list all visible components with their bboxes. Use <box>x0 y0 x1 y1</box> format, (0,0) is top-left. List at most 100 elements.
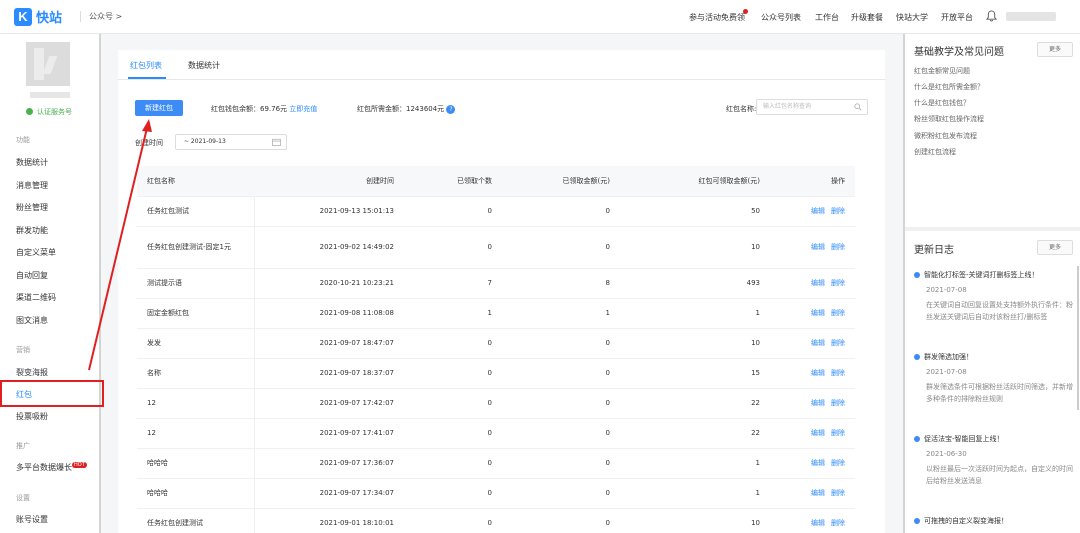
nav-upgrade[interactable]: 升级套餐 <box>851 12 883 23</box>
edit-link[interactable]: 编辑 <box>811 399 825 407</box>
col-received-amount: 已领取金额(元) <box>502 166 620 197</box>
sidebar-item-poster[interactable]: 裂变海报 <box>16 367 48 378</box>
top-bar: K 快站 公众号 > 参与活动免费领 公众号列表 工作台 升级套餐 快站大学 开… <box>0 0 1080 34</box>
edit-link[interactable]: 编辑 <box>811 429 825 437</box>
nav-free-activity[interactable]: 参与活动免费领 <box>689 12 745 23</box>
cell-created: 2021-09-02 14:49:02 <box>254 226 404 269</box>
breadcrumb[interactable]: 公众号 > <box>80 11 122 22</box>
sidebar-item-broadcast[interactable]: 群发功能 <box>16 225 48 236</box>
cell-available-amount: 10 <box>620 508 770 533</box>
cell-created: 2021-09-07 17:36:07 <box>254 448 404 479</box>
table-header-row: 红包名称 创建时间 已领取个数 已领取金额(元) 红包可领取金额(元) 操作 <box>137 166 855 197</box>
new-redpacket-button[interactable]: 新建红包 <box>135 100 183 116</box>
nav-university[interactable]: 快站大学 <box>896 12 928 23</box>
date-range-input[interactable]: ~ 2021-09-13 <box>175 134 287 150</box>
search-icon[interactable] <box>854 103 862 111</box>
edit-link[interactable]: 编辑 <box>811 339 825 347</box>
sidebar-item-vote[interactable]: 投票吸粉 <box>16 411 48 422</box>
changelog-item-title[interactable]: 促活法宝-智能回复上线！ <box>914 434 1004 444</box>
edit-link[interactable]: 编辑 <box>811 519 825 527</box>
section-settings: 设置 <box>16 494 30 502</box>
sidebar-item-custom-menu[interactable]: 自定义菜单 <box>16 247 56 258</box>
edit-link[interactable]: 编辑 <box>811 489 825 497</box>
sidebar-item-auto-reply[interactable]: 自动回复 <box>16 270 48 281</box>
table-row: 12 2021-09-07 17:41:07 0 0 22 编辑 删除 <box>137 418 855 449</box>
cell-name: 哈哈哈 <box>137 478 255 509</box>
cell-available-amount: 1 <box>620 448 770 479</box>
faq-link[interactable]: 什么是红包钱包？ <box>914 98 970 108</box>
changelog-item-title[interactable]: 智能化打标签-关键词打删标签上线！ <box>914 270 1039 280</box>
delete-link[interactable]: 删除 <box>831 243 845 251</box>
delete-link[interactable]: 删除 <box>831 309 845 317</box>
tab-stats[interactable]: 数据统计 <box>188 60 220 71</box>
sidebar-item-qrcode[interactable]: 渠道二维码 <box>16 292 56 303</box>
cell-available-amount: 10 <box>620 226 770 269</box>
cell-name: 哈哈哈 <box>137 448 255 479</box>
cell-received-amount: 0 <box>502 388 620 419</box>
edit-link[interactable]: 编辑 <box>811 243 825 251</box>
faq-link[interactable]: 红包金额常见问题 <box>914 66 970 76</box>
section-promotion: 推广 <box>16 442 30 450</box>
changelog-more-button[interactable]: 更多 <box>1037 240 1073 255</box>
cell-available-amount: 22 <box>620 388 770 419</box>
col-actions: 操作 <box>770 166 855 197</box>
cell-received-amount: 8 <box>502 268 620 299</box>
account-name-blurred <box>30 92 70 98</box>
nav-account-list[interactable]: 公众号列表 <box>761 12 801 23</box>
table-row: 12 2021-09-07 17:42:07 0 0 22 编辑 删除 <box>137 388 855 419</box>
help-icon[interactable]: ? <box>446 105 456 114</box>
logo[interactable]: K 快站 <box>14 7 62 26</box>
edit-link[interactable]: 编辑 <box>811 207 825 215</box>
nav-workbench[interactable]: 工作台 <box>815 12 839 23</box>
user-name-blurred[interactable] <box>1006 12 1056 21</box>
nav-open-platform[interactable]: 开放平台 <box>941 12 973 23</box>
cell-received-count: 0 <box>404 448 502 479</box>
cell-name: 12 <box>137 418 255 449</box>
faq-more-button[interactable]: 更多 <box>1037 42 1073 57</box>
delete-link[interactable]: 删除 <box>831 207 845 215</box>
delete-link[interactable]: 删除 <box>831 489 845 497</box>
edit-link[interactable]: 编辑 <box>811 309 825 317</box>
tab-bar: 红包列表 数据统计 <box>118 50 885 80</box>
sidebar-item-multiplatform[interactable]: 多平台数据爆长 HOT <box>16 462 87 473</box>
edit-link[interactable]: 编辑 <box>811 369 825 377</box>
cell-name: 发发 <box>137 328 255 359</box>
search-input[interactable]: 输入红包名称查询 <box>756 99 868 115</box>
bell-icon[interactable] <box>986 10 997 22</box>
cell-actions: 编辑 删除 <box>770 196 855 227</box>
redpacket-table: 红包名称 创建时间 已领取个数 已领取金额(元) 红包可领取金额(元) 操作 任… <box>137 166 855 533</box>
faq-link[interactable]: 创建红包流程 <box>914 147 956 157</box>
delete-link[interactable]: 删除 <box>831 459 845 467</box>
sidebar-item-stats[interactable]: 数据统计 <box>16 157 48 168</box>
sidebar-item-fans[interactable]: 粉丝管理 <box>16 202 48 213</box>
cell-actions: 编辑 删除 <box>770 388 855 419</box>
sidebar-item-articles[interactable]: 图文消息 <box>16 315 48 326</box>
cell-actions: 编辑 删除 <box>770 328 855 359</box>
faq-link[interactable]: 粉丝领取红包操作流程 <box>914 114 984 124</box>
bullet-icon <box>914 436 920 442</box>
delete-link[interactable]: 删除 <box>831 519 845 527</box>
delete-link[interactable]: 删除 <box>831 339 845 347</box>
cell-actions: 编辑 删除 <box>770 358 855 389</box>
changelog-scrollbar[interactable] <box>1077 266 1079 410</box>
tab-redpacket-list[interactable]: 红包列表 <box>130 60 162 71</box>
delete-link[interactable]: 删除 <box>831 369 845 377</box>
changelog-date: 2021-07-08 <box>926 368 967 376</box>
faq-link[interactable]: 什么是红包所需金额？ <box>914 82 984 92</box>
cell-name: 任务红包测试 <box>137 196 255 227</box>
sidebar-item-account-settings[interactable]: 账号设置 <box>16 514 48 525</box>
changelog-item-title[interactable]: 群发筛选加强！ <box>914 352 973 362</box>
delete-link[interactable]: 删除 <box>831 429 845 437</box>
calendar-icon[interactable] <box>272 138 281 146</box>
cell-actions: 编辑 删除 <box>770 268 855 299</box>
delete-link[interactable]: 删除 <box>831 279 845 287</box>
delete-link[interactable]: 删除 <box>831 399 845 407</box>
changelog-item-title[interactable]: 可拖拽的自定义裂变海报！ <box>914 516 1008 526</box>
edit-link[interactable]: 编辑 <box>811 459 825 467</box>
sidebar-item-messages[interactable]: 消息管理 <box>16 180 48 191</box>
edit-link[interactable]: 编辑 <box>811 279 825 287</box>
faq-link[interactable]: 微积粉红包发布流程 <box>914 131 977 141</box>
bullet-icon <box>914 518 920 524</box>
changelog-desc: 在关键词自动回复设置处支持额外执行条件：粉丝发送关键词后自动对该粉丝打/删标签 <box>926 301 1073 321</box>
recharge-link[interactable]: 立即充值 <box>289 105 317 113</box>
